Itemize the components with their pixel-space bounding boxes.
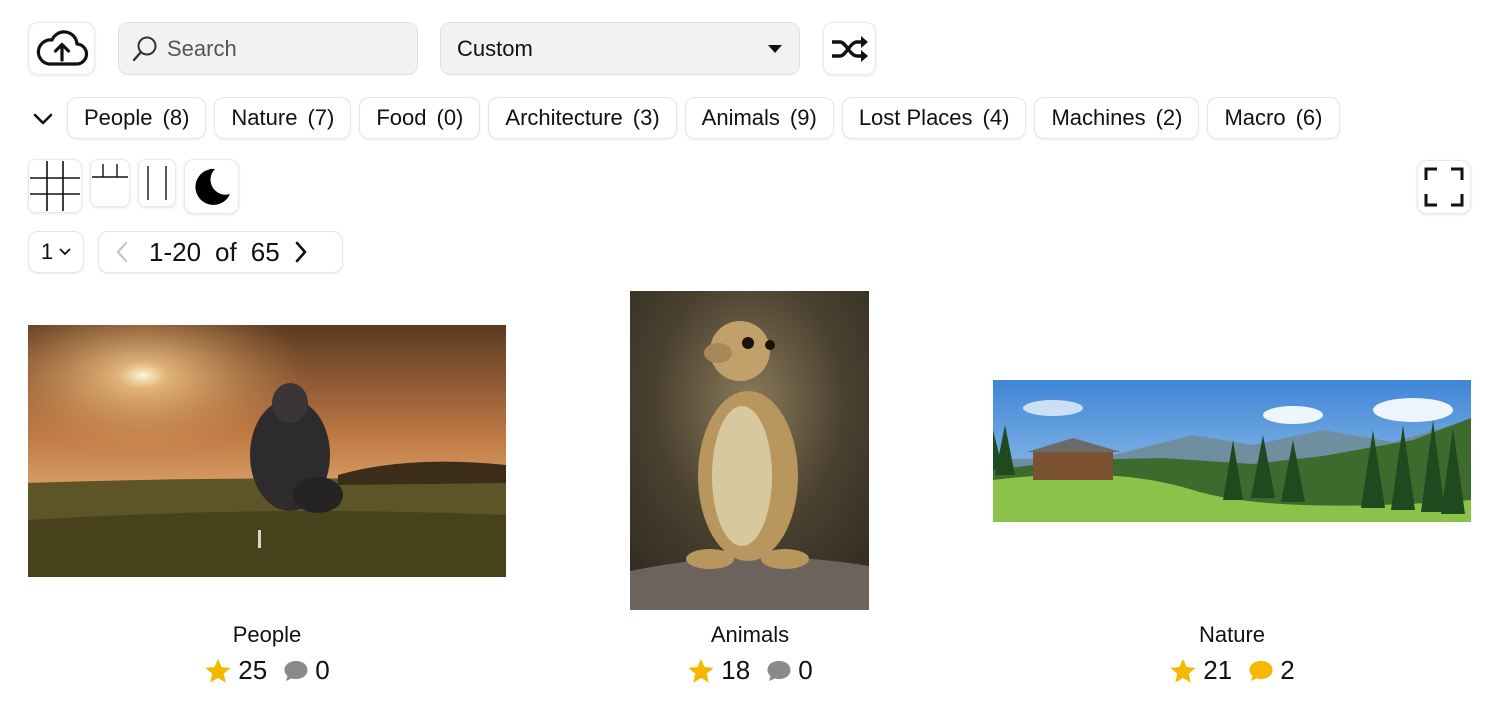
grid-view-icon (30, 161, 80, 211)
prev-page-button[interactable] (115, 241, 129, 263)
category-count: (8) (162, 105, 190, 130)
rating-count: 25 (238, 655, 268, 685)
category-label: Animals (701, 105, 780, 130)
chevron-down-icon (33, 113, 53, 125)
comment-icon (1249, 660, 1273, 681)
card-stats: 25 0 (117, 655, 417, 686)
category-chip-people[interactable]: People (8) (67, 97, 207, 139)
shuffle-button[interactable] (823, 22, 876, 75)
comments-stat[interactable]: 0 (766, 655, 813, 686)
card-title: Animals (710, 622, 790, 647)
rating-count: 18 (721, 655, 751, 685)
category-label: Macro (1224, 105, 1286, 130)
category-label: Architecture (505, 105, 623, 130)
category-filter-bar: People (8) Nature (7) Food (0) Architecture… (67, 97, 1340, 139)
category-count: (7) (307, 105, 335, 130)
star-icon (688, 658, 714, 683)
category-label: Food (376, 105, 427, 130)
page-of-label: of (215, 236, 237, 267)
page-number-select[interactable]: 1 (28, 231, 84, 273)
sort-select-value: Custom (457, 35, 533, 61)
gallery-image-gorilla[interactable] (28, 325, 506, 577)
category-label: Nature (231, 105, 298, 130)
fullscreen-button[interactable] (1417, 160, 1471, 214)
moon-icon (194, 168, 230, 205)
chevron-right-icon (295, 241, 306, 263)
rating-stat[interactable]: 18 (687, 655, 750, 686)
upload-button[interactable] (28, 22, 95, 75)
rating-stat[interactable]: 25 (204, 655, 267, 686)
grid-view-button[interactable] (28, 159, 82, 213)
card-title: People (232, 622, 302, 647)
category-label: Lost Places (858, 105, 973, 130)
dark-mode-toggle[interactable] (184, 159, 239, 214)
page-number: 1 (40, 239, 54, 264)
comments-stat[interactable]: 0 (283, 655, 330, 686)
category-count: (0) (436, 105, 464, 130)
category-count: (6) (1295, 105, 1323, 130)
chevron-down-icon (59, 248, 71, 256)
category-chip-machines[interactable]: Machines (2) (1034, 97, 1200, 139)
page-total: 65 (250, 236, 280, 267)
category-chip-animals[interactable]: Animals (9) (684, 97, 834, 139)
page-range: 1-20 (149, 236, 202, 267)
search-box[interactable] (118, 22, 418, 75)
category-chip-lost-places[interactable]: Lost Places (4) (841, 97, 1027, 139)
star-icon (1170, 658, 1196, 683)
gallery-image-mountain-cabin[interactable] (993, 380, 1471, 522)
sort-select[interactable]: Custom (440, 22, 800, 75)
card-stats: 21 2 (1082, 655, 1382, 686)
category-label: Machines (1051, 105, 1146, 130)
pagination-bar: 1-20 of 65 (98, 231, 343, 273)
comments-stat[interactable]: 2 (1248, 655, 1295, 686)
rows-view-icon (92, 164, 128, 178)
comment-count: 0 (798, 655, 813, 685)
search-input[interactable] (167, 35, 407, 62)
cloud-upload-icon (36, 29, 88, 66)
card-title: Nature (1198, 622, 1266, 647)
comment-count: 2 (1280, 655, 1295, 685)
star-icon (205, 658, 231, 683)
card-stats: 18 0 (600, 655, 900, 686)
category-chip-food[interactable]: Food (0) (359, 97, 481, 139)
collapse-categories-button[interactable] (30, 104, 56, 134)
category-count: (2) (1155, 105, 1183, 130)
chevron-left-icon (116, 241, 128, 263)
next-page-button[interactable] (294, 241, 308, 263)
rating-count: 21 (1203, 655, 1233, 685)
category-chip-macro[interactable]: Macro (6) (1207, 97, 1340, 139)
columns-view-button[interactable] (138, 159, 176, 207)
columns-view-icon (147, 166, 167, 200)
category-label: People (84, 105, 153, 130)
category-chip-architecture[interactable]: Architecture (3) (488, 97, 677, 139)
category-count: (4) (982, 105, 1010, 130)
rating-stat[interactable]: 21 (1169, 655, 1232, 686)
comment-count: 0 (315, 655, 330, 685)
category-chip-nature[interactable]: Nature (7) (214, 97, 352, 139)
category-count: (9) (789, 105, 817, 130)
comment-icon (767, 660, 791, 681)
caret-down-icon (768, 44, 782, 53)
category-count: (3) (632, 105, 660, 130)
search-icon (132, 36, 157, 61)
rows-view-button[interactable] (90, 159, 130, 207)
comment-icon (284, 660, 308, 681)
shuffle-icon (831, 35, 868, 62)
fullscreen-icon (1424, 167, 1464, 207)
gallery-image-meerkat[interactable] (630, 291, 869, 610)
